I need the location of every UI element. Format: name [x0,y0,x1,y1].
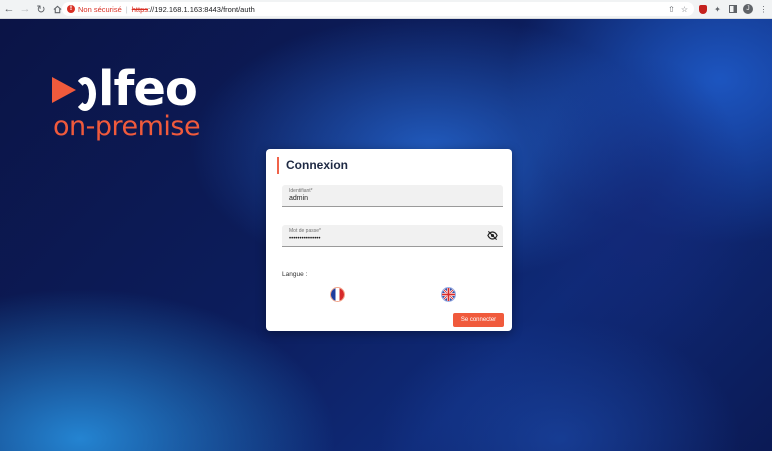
password-label: Mot de passe* [289,228,321,234]
url-separator: | [125,4,128,14]
url-text: ://192.168.1.163:8443/front/auth [148,4,255,14]
username-label: Identifiant* [289,188,313,194]
bookmark-star-icon[interactable]: ☆ [681,5,688,14]
toggle-password-visibility-icon[interactable] [487,230,498,241]
password-input[interactable]: ••••••••••••••• [289,236,321,242]
address-bar[interactable]: ! Non sécurisé | https ://192.168.1.163:… [62,2,694,16]
language-label: Langue : [282,271,308,278]
uk-flag-icon[interactable] [442,288,455,301]
security-warning-icon[interactable]: ! [67,5,75,13]
security-status[interactable]: Non sécurisé [78,5,122,14]
logo-wordmark: lfeo [74,61,198,117]
profile-avatar[interactable]: J [743,4,753,14]
address-bar-actions: ⇧ ☆ [668,2,688,16]
login-card: Connexion Identifiant* admin Mot de pass… [266,149,512,331]
password-field[interactable]: Mot de passe* ••••••••••••••• [282,225,503,247]
extensions-area: ✦ J ⋮ [698,2,768,16]
logo-subtitle: on-premise [53,111,201,142]
username-input[interactable]: admin [289,195,308,202]
shield-extension-icon[interactable] [698,4,707,14]
puzzle-extensions-icon[interactable]: ✦ [713,5,722,14]
forward-icon[interactable]: → [18,2,32,16]
french-flag-icon[interactable] [331,288,344,301]
browser-toolbar: ← → ↻ ! Non sécurisé | https ://192.168.… [0,0,772,19]
url-scheme: https [131,4,148,14]
login-title: Connexion [277,157,348,174]
login-button[interactable]: Se connecter [453,313,504,327]
reload-icon[interactable]: ↻ [34,2,48,16]
share-icon[interactable]: ⇧ [668,5,675,14]
username-field[interactable]: Identifiant* admin [282,185,503,207]
menu-kebab-icon[interactable]: ⋮ [759,5,768,14]
olfeo-logo: lfeo on-premise [50,61,230,155]
back-icon[interactable]: ← [2,2,16,16]
logo-word-text: lfeo [98,61,198,117]
side-panel-icon[interactable] [728,5,737,14]
